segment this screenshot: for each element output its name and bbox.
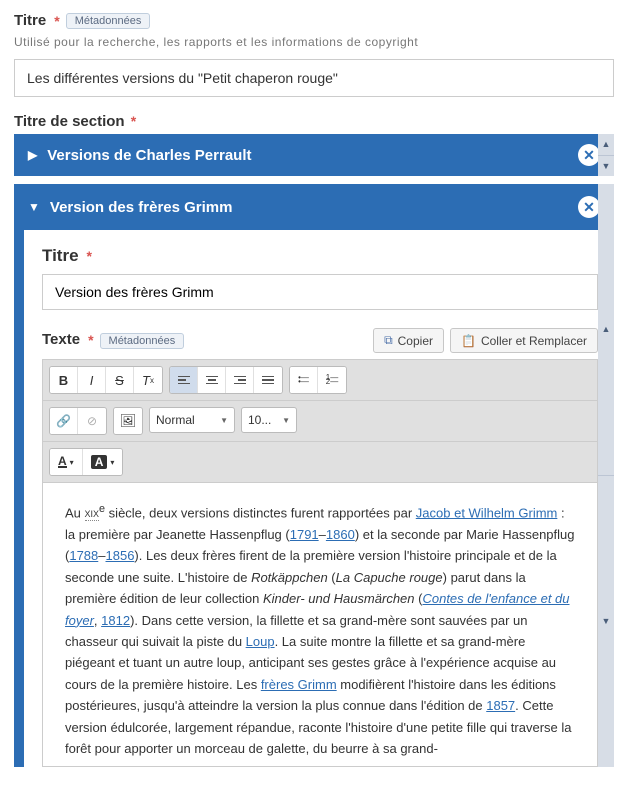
bold-button[interactable]: B [50, 367, 78, 393]
align-justify-button[interactable] [254, 367, 282, 393]
rich-text-editor: B I S Tx •—•— 1—2— 🔗 [42, 359, 598, 767]
editor-toolbar-3: A▾ A▾ [43, 442, 597, 483]
italic-button[interactable]: I [78, 367, 106, 393]
title-hint: Utilisé pour la recherche, les rapports … [14, 35, 614, 49]
accordion-header-perrault[interactable]: ▶ Versions de Charles Perrault ✕ [14, 134, 614, 176]
align-left-button[interactable] [170, 367, 198, 393]
accordion-title: Versions de Charles Perrault [47, 147, 251, 164]
detail-text-label: Texte * [42, 331, 94, 348]
format-select[interactable]: Normal▼ [149, 407, 235, 433]
image-button[interactable]: 🖼 [114, 408, 142, 434]
bullet-list-button[interactable]: •—•— [290, 367, 318, 393]
required-asterisk: * [54, 13, 59, 29]
link-1791[interactable]: 1791 [290, 527, 319, 542]
move-up-button[interactable]: ▲ [598, 184, 614, 476]
align-center-button[interactable] [198, 367, 226, 393]
sort-column: ▲ ▼ [598, 184, 614, 767]
text-color-button[interactable]: A▾ [50, 449, 83, 475]
link-loup[interactable]: Loup [246, 634, 275, 649]
close-icon[interactable]: ✕ [578, 144, 600, 166]
required-asterisk: * [88, 332, 93, 348]
title-label-text: Titre [14, 12, 46, 29]
number-list-button[interactable]: 1—2— [318, 367, 346, 393]
copy-icon: ⧉ [384, 333, 393, 348]
chevron-down-icon: ▼ [28, 200, 40, 214]
close-icon[interactable]: ✕ [578, 196, 600, 218]
link-freres-grimm[interactable]: frères Grimm [261, 677, 337, 692]
link-grimm-brothers[interactable]: Jacob et Wilhelm Grimm [416, 505, 558, 520]
link-1857[interactable]: 1857 [486, 698, 515, 713]
required-asterisk: * [131, 113, 136, 129]
section-accordion-1: ▼ Version des frères Grimm ✕ ▲ ▼ Titre *… [14, 184, 614, 767]
copy-button[interactable]: ⧉Copier [373, 328, 444, 353]
chevron-right-icon: ▶ [28, 148, 37, 162]
accordion-body: Titre * Texte * Métadonnées ⧉Copier 📋Col… [14, 230, 614, 767]
detail-title-input[interactable] [42, 274, 598, 310]
align-right-button[interactable] [226, 367, 254, 393]
editor-content-area[interactable]: Au xixe siècle, deux versions distinctes… [43, 483, 597, 766]
accordion-header-grimm[interactable]: ▼ Version des frères Grimm ✕ [14, 184, 614, 230]
link-1860[interactable]: 1860 [326, 527, 355, 542]
metadata-badge[interactable]: Métadonnées [100, 333, 185, 349]
editor-toolbar-2: 🔗 ⊘ 🖼 Normal▼ 10...▼ [43, 401, 597, 442]
link-1856[interactable]: 1856 [106, 548, 135, 563]
editor-toolbar: B I S Tx •—•— 1—2— [43, 360, 597, 401]
title-label: Titre * Métadonnées [14, 12, 150, 29]
link-button[interactable]: 🔗 [50, 408, 78, 434]
detail-title-label: Titre * [42, 246, 92, 266]
move-down-button[interactable]: ▼ [598, 476, 614, 767]
metadata-badge[interactable]: Métadonnées [66, 13, 151, 29]
paste-icon: 📋 [461, 334, 476, 348]
link-1788[interactable]: 1788 [69, 548, 98, 563]
required-asterisk: * [87, 248, 92, 264]
unlink-button[interactable]: ⊘ [78, 408, 106, 434]
section-accordion-0: ▶ Versions de Charles Perrault ✕ ▲ ▼ [14, 134, 614, 176]
strike-button[interactable]: S [106, 367, 134, 393]
accordion-title: Version des frères Grimm [50, 199, 233, 216]
move-down-button[interactable]: ▼ [598, 156, 614, 177]
move-up-button[interactable]: ▲ [598, 134, 614, 156]
size-select[interactable]: 10...▼ [241, 407, 297, 433]
sort-column: ▲ ▼ [598, 134, 614, 176]
century-text: xix [85, 505, 100, 521]
section-title-label: Titre de section * [14, 113, 614, 130]
paste-replace-button[interactable]: 📋Coller et Remplacer [450, 328, 598, 353]
clear-format-button[interactable]: Tx [134, 367, 162, 393]
bg-color-button[interactable]: A▾ [83, 449, 123, 475]
title-input[interactable] [14, 59, 614, 97]
link-1812[interactable]: 1812 [101, 613, 130, 628]
